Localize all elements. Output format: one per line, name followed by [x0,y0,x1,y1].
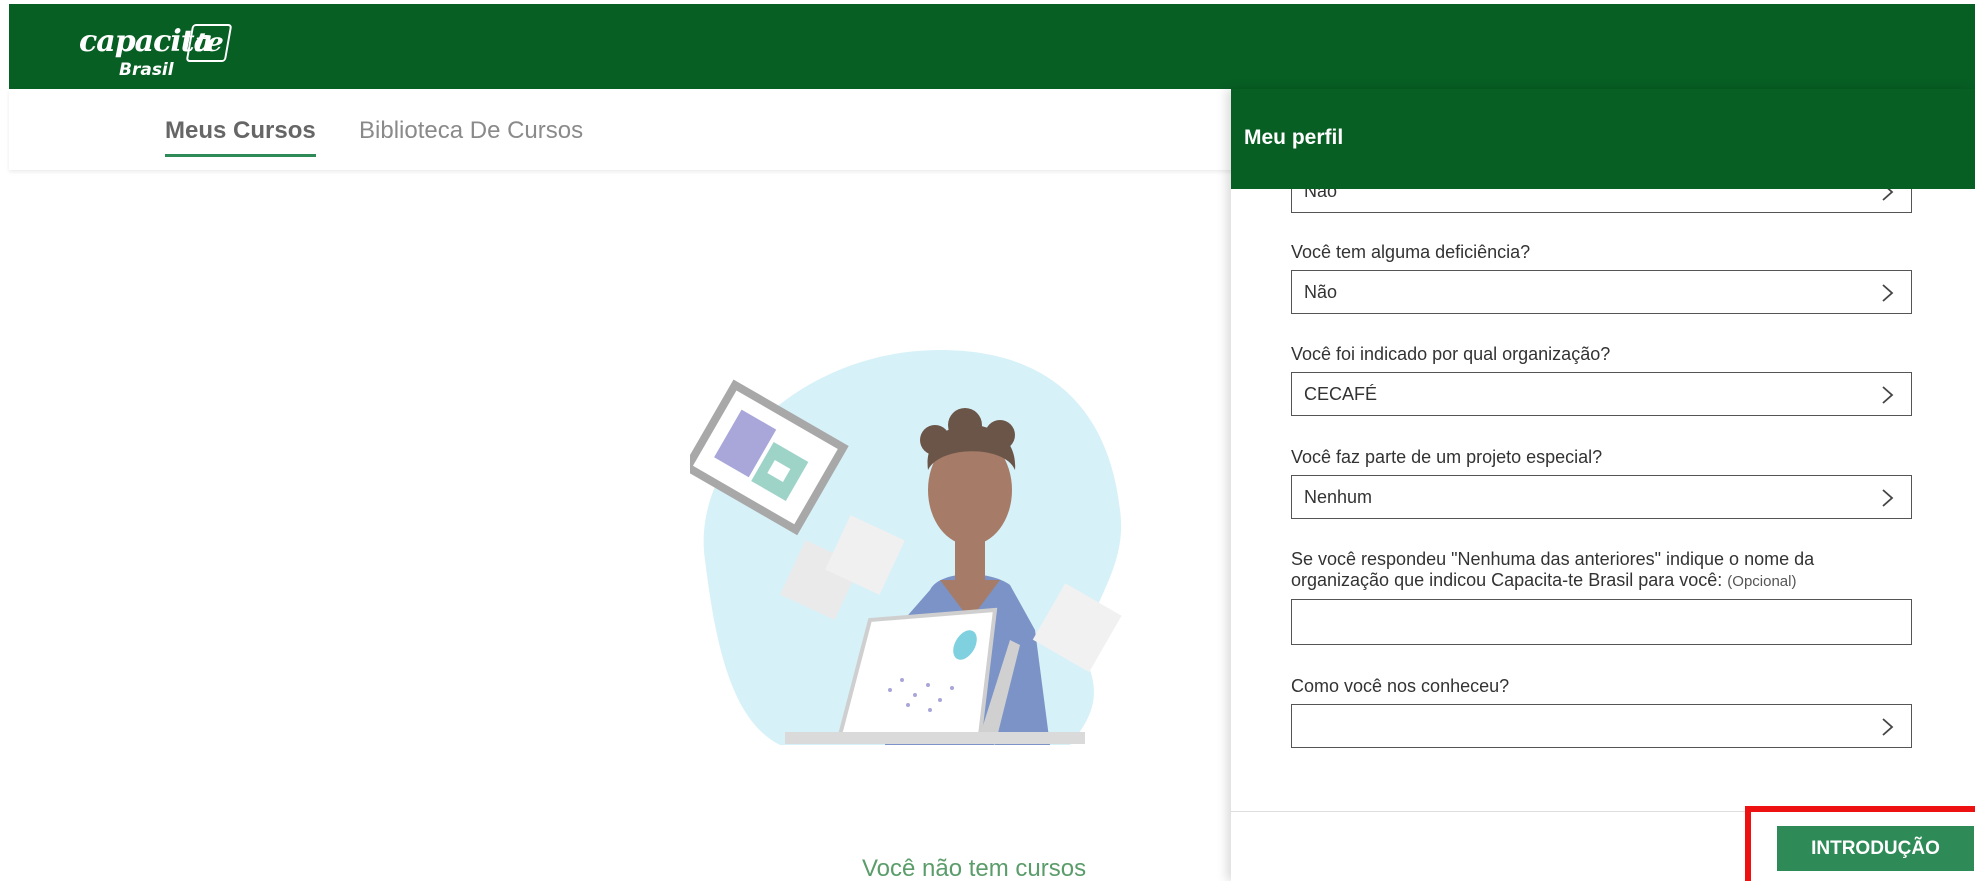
special-project-label: Você faz parte de um projeto especial? [1291,447,1603,467]
logo-te: te [192,28,226,58]
disability-label: Você tem alguma deficiência? [1291,242,1531,262]
empty-state-illustration [690,350,1122,745]
panel-header: Meu perfil [1231,89,1975,189]
chevron-right-icon [1882,386,1894,404]
special-project-value: Nenhum [1304,487,1373,507]
other-organization-label-line1: Se você respondeu "Nenhuma das anteriore… [1291,549,1815,569]
tab-meus-cursos[interactable]: Meus Cursos [165,117,316,157]
chevron-right-icon [1882,718,1894,736]
no-courses-message: Você não tem cursos [862,855,1087,881]
chevron-right-icon [1882,489,1894,507]
other-organization-label-line2: organização que indicou Capacita-te Bras… [1291,570,1723,590]
organization-label: Você foi indicado por qual organização? [1291,344,1611,364]
organization-select[interactable]: CECAFÉ [1291,372,1912,416]
disability-select[interactable]: Não [1291,270,1912,314]
other-organization-label: Se você respondeu "Nenhuma das anteriore… [1291,549,1931,592]
how-found-select[interactable] [1291,704,1912,748]
special-project-select[interactable]: Nenhum [1291,475,1912,519]
panel-title: Meu perfil [1244,126,1344,149]
tab-biblioteca-de-cursos[interactable]: Biblioteca De Cursos [359,117,583,145]
profile-panel: Meu perfil Não Você tem alguma deficiênc… [1231,89,1975,881]
panel-form: Não Você tem alguma deficiência? Não Voc… [1231,89,1975,811]
highlight-box [1745,806,1975,881]
logo-te-box: te [185,24,233,62]
how-found-label: Como você nos conheceu? [1291,676,1510,696]
chevron-right-icon [1882,284,1894,302]
other-organization-input[interactable] [1291,599,1912,645]
optional-tag: (Opcional) [1727,573,1797,590]
capacitate-logo[interactable]: capacita te Brasil [69,22,239,82]
top-header: capacita te Brasil [9,4,1975,89]
disability-value: Não [1304,282,1338,302]
organization-value: CECAFÉ [1304,384,1378,404]
logo-brasil: Brasil [119,60,174,80]
